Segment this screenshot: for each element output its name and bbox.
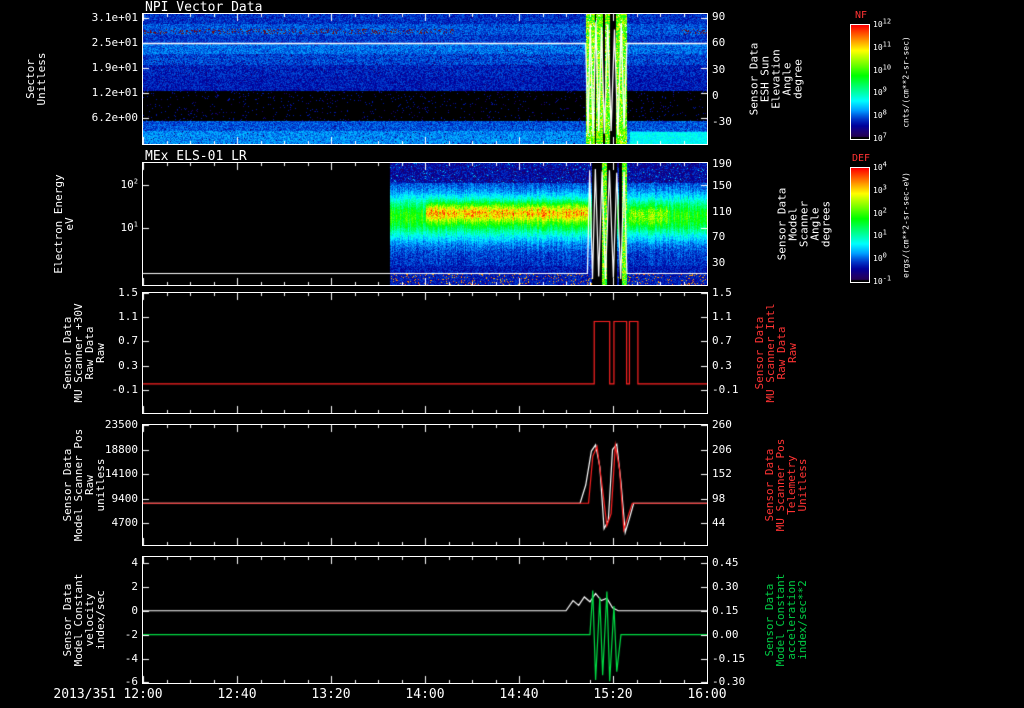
- y-tick-label-left: 4: [131, 555, 138, 569]
- x-tick-label: 12:00: [123, 687, 163, 702]
- colorbar-units-DEF: ergs/(cm**2-sr-sec-eV): [901, 172, 911, 278]
- colorbar-gradient-NF: [851, 25, 869, 139]
- spectrogram-canvas-0: [143, 14, 707, 144]
- y-tick-label-right: 0.45: [712, 555, 739, 569]
- y-axis-label-right-1: Sensor Data Model Scanner Angle degrees: [775, 187, 833, 261]
- panel-plot-0: [142, 13, 708, 145]
- colorbar-tick-label: 108: [873, 108, 887, 121]
- plot-figure: 2013/351 NPI Vector Data 3.1e+01 2.5e+01 1.…: [0, 0, 1024, 708]
- y-tick-label-right: 110: [712, 204, 732, 218]
- panel-plot-1: [142, 162, 708, 286]
- y-tick-label-right: 150: [712, 179, 732, 193]
- colorbar-tick-label: 103: [873, 183, 887, 195]
- colorbar-tick-label: 1010: [873, 62, 892, 75]
- panel-plot-4: [142, 556, 708, 684]
- colorbar-name-DEF: DEF: [851, 153, 871, 164]
- y-axis-label-right-2: Sensor Data MU Scanner Intl Raw Data Raw: [753, 303, 799, 403]
- y-axis-label-right-0: Sensor Data ESH Sun Elevation Angle degree: [747, 42, 805, 116]
- y-tick-label-right: 70: [712, 230, 726, 244]
- x-tick-label: 15:20: [593, 687, 633, 702]
- line-plot-canvas-2: [143, 293, 707, 413]
- y-tick-label-left: 2.5e+01: [91, 35, 138, 49]
- colorbar-tick-label: 101: [873, 228, 887, 241]
- y-axis-label-left-1: Electron Energy eV: [52, 174, 76, 274]
- y-tick-label-left: 1.5: [118, 286, 138, 299]
- x-tick-label: 12:40: [217, 687, 257, 702]
- y-tick-label-right: 30: [712, 256, 726, 270]
- colorbar-DEF: [850, 167, 870, 283]
- y-tick-label-right: 260: [712, 418, 732, 431]
- colorbar-tick-label: 1012: [873, 17, 892, 29]
- y-axis-label-left-3: Sensor Data Model Scanner Pos Raw unitless: [61, 428, 107, 542]
- y-tick-label-left: 6.2e+00: [91, 111, 138, 124]
- x-tick-label: 14:40: [499, 687, 539, 702]
- colorbar-tick-label: 1011: [873, 40, 892, 52]
- panel-plot-2: [142, 292, 708, 414]
- x-tick-label: 14:00: [405, 687, 445, 702]
- colorbar-tick-label: 102: [873, 205, 887, 218]
- y-tick-label-right: -30: [712, 115, 732, 129]
- y-axis-label-left-4: Sensor Data Model Constant velocity index/s…: [61, 573, 107, 667]
- x-tick-label: 13:20: [311, 687, 351, 702]
- y-tick-label-left: 1.2e+01: [91, 86, 138, 100]
- y-axis-label-left-2: Sensor Data MU Scanner +30V Raw Data Raw: [61, 303, 107, 403]
- spectrogram-canvas-1: [143, 163, 707, 285]
- y-axis-label-left-0: Sector Unitless: [24, 52, 48, 106]
- y-axis-label-right-3: Sensor Data MU Scanner Pos Telemetry Unitle…: [763, 438, 809, 532]
- line-plot-canvas-4: [143, 557, 707, 683]
- colorbar-gradient-DEF: [851, 168, 869, 282]
- colorbar-tick-label: 104: [873, 160, 887, 172]
- y-tick-label-right: 1.5: [712, 286, 732, 299]
- y-tick-label-left: 3.1e+01: [91, 11, 138, 25]
- colorbar-tick-label: 100: [873, 251, 887, 264]
- y-axis-label-right-4: Sensor Data Model Constant acceleration ind…: [763, 573, 809, 667]
- y-tick-label-right: 90: [712, 9, 726, 23]
- y-tick-label-left: 1.9e+01: [91, 60, 138, 74]
- colorbar-tick-label: 109: [873, 85, 887, 98]
- panel-plot-3: [142, 424, 708, 546]
- colorbar-tick-label: 107: [873, 131, 887, 143]
- colorbar-tick-label: 10-1: [873, 274, 892, 286]
- colorbar-NF: [850, 24, 870, 140]
- colorbar-units-NF: cnts/(cm**2-sr-sec): [901, 36, 911, 128]
- date-label: 2013/351: [53, 687, 116, 702]
- y-tick-label-right: 190: [712, 156, 732, 170]
- colorbar-name-NF: NF: [854, 10, 868, 21]
- x-tick-label: 16:00: [687, 687, 727, 702]
- line-plot-canvas-3: [143, 425, 707, 545]
